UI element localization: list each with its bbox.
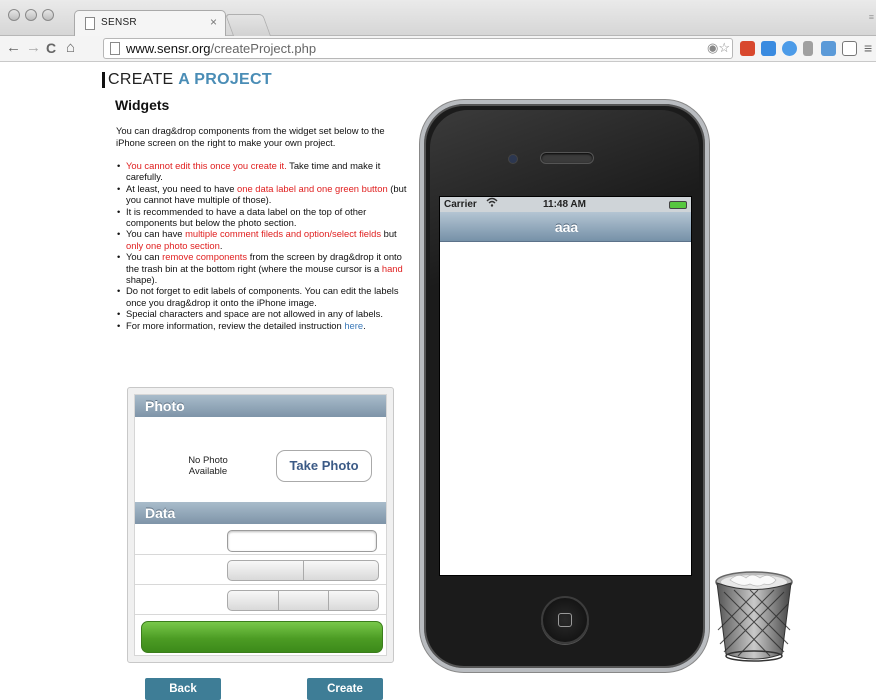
url-text: www.sensr.org/createProject.php	[126, 41, 317, 56]
no-photo-label: No Photo Available	[188, 455, 228, 477]
page-icon	[85, 17, 95, 30]
instruction-link[interactable]: here	[344, 320, 363, 331]
rule-item: Do not forget to edit labels of componen…	[116, 285, 414, 308]
address-bar[interactable]: www.sensr.org/createProject.php ◉☆	[103, 38, 733, 59]
forward-arrow-icon[interactable]: →	[26, 38, 41, 58]
option-select-widget-2[interactable]	[135, 556, 386, 585]
photo-section-header[interactable]: Photo	[135, 395, 386, 417]
take-photo-button[interactable]: Take Photo	[276, 450, 372, 482]
window-resize-icon: ≡	[868, 12, 874, 22]
carrier-label: Carrier	[444, 199, 477, 210]
rule-item: You can remove components from the scree…	[116, 251, 414, 285]
home-button-icon	[541, 596, 589, 644]
create-button[interactable]: Create	[307, 678, 383, 700]
rule-item: Special characters and space are not all…	[116, 308, 414, 320]
browser-titlebar: SENSR × ≡	[0, 0, 876, 36]
wifi-icon	[486, 197, 498, 212]
segmented-control-2[interactable]	[227, 560, 379, 581]
home-icon[interactable]: ⌂	[66, 38, 75, 58]
bookmark-star-icon[interactable]: ◉☆	[707, 40, 730, 56]
back-button[interactable]: Back	[145, 678, 221, 700]
browser-toolbar: ← → C ⌂ www.sensr.org/createProject.php …	[0, 36, 876, 62]
menu-icon[interactable]: ≡	[864, 38, 872, 58]
widgets-heading: Widgets	[115, 97, 170, 113]
camera-icon	[508, 154, 518, 164]
new-tab-button[interactable]	[224, 14, 272, 36]
rule-item: For more information, review the detaile…	[116, 320, 414, 332]
iphone-frame: Carrier 11:48 AM aaa	[420, 100, 709, 672]
rule-item: You cannot edit this once you create it.…	[116, 160, 414, 183]
back-arrow-icon[interactable]: ←	[6, 38, 21, 58]
status-bar: Carrier 11:48 AM	[440, 197, 691, 212]
reload-icon[interactable]: C	[46, 38, 56, 58]
segmented-control-3[interactable]	[227, 590, 379, 611]
speaker-icon	[540, 152, 594, 164]
page-icon	[110, 42, 120, 55]
cast-icon[interactable]	[842, 41, 857, 56]
zoom-window-icon[interactable]	[42, 9, 54, 21]
rule-item: You can have multiple comment fileds and…	[116, 228, 414, 251]
data-label-widget[interactable]	[135, 526, 386, 555]
extension-icon-3[interactable]	[782, 41, 797, 56]
status-time: 11:48 AM	[543, 199, 586, 210]
option-select-widget-3[interactable]	[135, 586, 386, 615]
data-input-field[interactable]	[227, 530, 377, 552]
data-section-header[interactable]: Data	[135, 502, 386, 524]
trash-bin-icon[interactable]	[714, 570, 794, 662]
widgets-intro: You can drag&drop components from the wi…	[116, 125, 385, 148]
rule-item: It is recommended to have a data label o…	[116, 206, 414, 229]
rules-list: You cannot edit this once you create it.…	[116, 160, 414, 332]
rule-item: At least, you need to have one data labe…	[116, 183, 414, 206]
browser-tab[interactable]: SENSR ×	[74, 10, 226, 36]
extension-icon-1[interactable]	[740, 41, 755, 56]
widget-set: Photo No Photo Available Take Photo Data	[134, 394, 387, 656]
extension-icon-4[interactable]	[803, 41, 813, 56]
iphone-screen[interactable]: Carrier 11:48 AM aaa	[439, 196, 692, 576]
widget-palette: Photo No Photo Available Take Photo Data	[127, 387, 394, 663]
battery-icon	[669, 201, 687, 209]
close-window-icon[interactable]	[8, 9, 20, 21]
green-button-widget[interactable]	[141, 621, 383, 653]
minimize-window-icon[interactable]	[25, 9, 37, 21]
page-title: CREATE A PROJECT	[102, 72, 272, 88]
extension-icon-5[interactable]	[821, 41, 836, 56]
tab-close-icon[interactable]: ×	[210, 15, 217, 29]
app-nav-bar[interactable]: aaa	[440, 212, 691, 242]
extension-icon-2[interactable]	[761, 41, 776, 56]
tab-title: SENSR	[101, 17, 137, 28]
